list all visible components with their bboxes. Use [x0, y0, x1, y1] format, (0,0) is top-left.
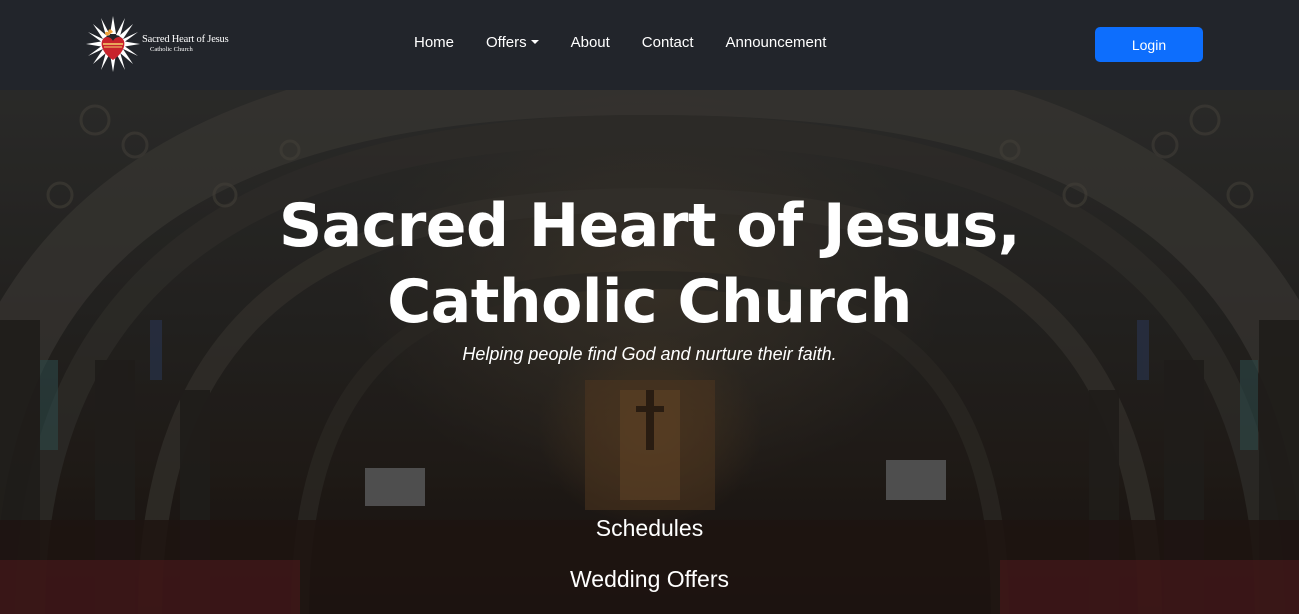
- hero-title: Sacred Heart of Jesus, Catholic Church: [0, 188, 1299, 340]
- wedding-offers-link[interactable]: Wedding Offers: [0, 566, 1299, 593]
- nav-contact[interactable]: Contact: [642, 34, 694, 51]
- hero-section: Sacred Heart of Jesus, Catholic Church H…: [0, 90, 1299, 614]
- brand-text: Sacred Heart of Jesus Catholic Church: [142, 34, 229, 53]
- login-button[interactable]: Login: [1095, 27, 1203, 62]
- nav-offers-dropdown[interactable]: Offers: [486, 34, 539, 51]
- hero-title-line1: Sacred Heart of Jesus,: [278, 191, 1021, 261]
- sacred-heart-icon: [86, 16, 140, 72]
- nav-links: Home Offers About Contact Announcement: [414, 34, 858, 51]
- nav-offers-label: Offers: [486, 34, 527, 51]
- brand-logo-link[interactable]: Sacred Heart of Jesus Catholic Church: [86, 16, 229, 72]
- nav-home[interactable]: Home: [414, 34, 454, 51]
- nav-about[interactable]: About: [571, 34, 610, 51]
- brand-name: Sacred Heart of Jesus: [142, 34, 229, 45]
- hero-title-line2: Catholic Church: [387, 267, 912, 337]
- top-navbar: Sacred Heart of Jesus Catholic Church Ho…: [0, 0, 1299, 90]
- brand-subtitle: Catholic Church: [150, 45, 193, 53]
- nav-announcement[interactable]: Announcement: [726, 34, 827, 51]
- schedules-link[interactable]: Schedules: [0, 515, 1299, 542]
- hero-subtitle: Helping people find God and nurture thei…: [462, 344, 837, 364]
- caret-down-icon: [530, 40, 539, 44]
